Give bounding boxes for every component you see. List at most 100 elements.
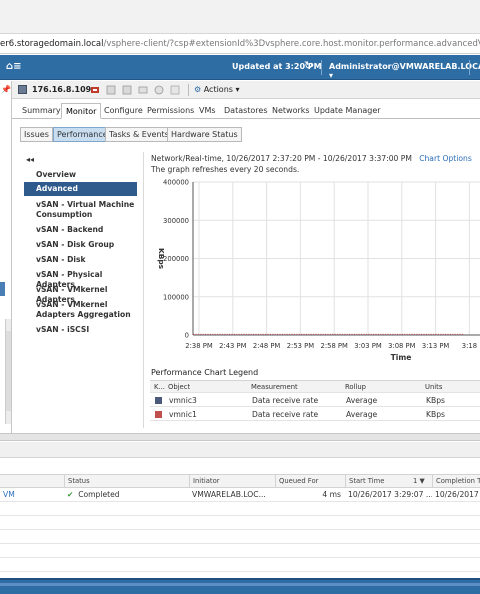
tasks-sort-indicator[interactable]: 1 ▼	[410, 475, 432, 488]
legend-col-units[interactable]: Units	[425, 381, 442, 394]
legend-rollup: Average	[346, 396, 378, 405]
nav-overview[interactable]: Overview	[24, 170, 137, 180]
y-tick-label: 100000	[163, 293, 189, 301]
task-start: 10/26/2017 3:29:07 ...	[348, 490, 432, 499]
legend-object: vmnic3	[169, 396, 197, 405]
refresh-icon[interactable]: ↻	[304, 59, 313, 72]
subtab-hardware-status[interactable]: Hardware Status	[167, 127, 242, 142]
recent-tasks-header	[0, 442, 480, 458]
new-vapp-icon[interactable]	[106, 85, 116, 95]
nav-vsan-vmkernel-aggregation[interactable]: vSAN - VMkernel Adapters Aggregation	[24, 300, 137, 320]
address-bar[interactable]: er6.storagedomain.local/vsphere-client/?…	[0, 34, 480, 54]
legend-col-rollup[interactable]: Rollup	[345, 381, 366, 394]
actions-label: Actions ▾	[203, 85, 240, 94]
tab-update-manager[interactable]: Update Manager	[310, 103, 385, 119]
subtab-tasks-events[interactable]: Tasks & Events	[105, 127, 173, 142]
tab-configure[interactable]: Configure	[100, 103, 147, 119]
chart-title: Network/Real-time, 10/26/2017 2:37:20 PM…	[151, 154, 472, 163]
x-tick-label: 2:53 PM	[287, 342, 315, 350]
power-icon[interactable]	[154, 85, 164, 95]
subtab-performance[interactable]: Performance	[53, 127, 112, 142]
legend-units: KBps	[426, 410, 445, 419]
pane-splitter[interactable]	[0, 433, 480, 441]
nav-vsan-disk-group[interactable]: vSAN - Disk Group	[24, 240, 137, 250]
table-row-empty	[0, 502, 480, 516]
home-menu-icon[interactable]: ⌂≡	[6, 61, 22, 72]
monitor-subtabs: Issues Performance Tasks & Events Hardwa…	[12, 120, 480, 144]
performance-chart: 01000002000003000004000002:38 PM 2:43 PM 2…	[157, 179, 480, 362]
tab-monitor[interactable]: Monitor	[61, 103, 102, 119]
tasks-col-queued[interactable]: Queued For	[275, 475, 345, 488]
tasks-col-initiator[interactable]: Initiator	[189, 475, 275, 488]
nav-vsan-iscsi[interactable]: vSAN - iSCSI	[24, 325, 137, 335]
task-completion: 10/26/2017 3:2	[435, 490, 480, 499]
add-vm-icon[interactable]	[90, 85, 100, 95]
table-row[interactable]: VM ✔ Completed VMWARELAB.LOC... 4 ms 10/…	[0, 488, 480, 502]
legend-col-key[interactable]: K...	[154, 381, 165, 394]
browser-toolbar	[0, 0, 480, 34]
legend-header-row: K... Object Measurement Rollup Units	[150, 380, 480, 393]
tasks-col-status[interactable]: Status	[64, 475, 189, 488]
nav-vsan-backend[interactable]: vSAN - Backend	[24, 225, 137, 235]
subtab-issues[interactable]: Issues	[20, 127, 53, 142]
tab-vms[interactable]: VMs	[195, 103, 220, 119]
legend-measurement: Data receive rate	[252, 410, 319, 419]
legend-row[interactable]: vmnic1 Data receive rate Average KBps	[150, 408, 480, 421]
x-tick-label: 2:58 PM	[321, 342, 349, 350]
settings-icon[interactable]	[170, 85, 180, 95]
y-tick-label: 0	[185, 332, 189, 340]
collapse-icon[interactable]: ◂◂	[26, 155, 34, 164]
x-tick-label: 3:13 PM	[422, 342, 450, 350]
url-host: er6.storagedomain.local	[0, 39, 104, 49]
status-bar-stripe	[0, 583, 480, 586]
chart-title-text: Network/Real-time, 10/26/2017 2:37:20 PM…	[151, 154, 412, 163]
task-target[interactable]: VM	[0, 488, 64, 502]
header-divider	[321, 60, 322, 75]
legend-rollup: Average	[346, 410, 378, 419]
tasks-grid-header: Status Initiator Queued For Start Time 1…	[0, 474, 480, 488]
gear-icon: ⚙	[194, 85, 202, 94]
tasks-col-completion[interactable]: Completion Time	[432, 475, 480, 488]
y-tick-label: 400000	[163, 179, 189, 187]
tab-networks[interactable]: Networks	[268, 103, 314, 119]
pin-icon[interactable]: 📌	[1, 85, 11, 94]
legend-col-measurement[interactable]: Measurement	[251, 381, 298, 394]
nav-vsan-vm-consumption[interactable]: vSAN - Virtual Machine Consumption	[24, 200, 137, 220]
tasks-col-start[interactable]: Start Time	[345, 475, 410, 488]
actions-menu[interactable]: ⚙ Actions ▾	[194, 85, 240, 94]
x-tick-label: 3:08 PM	[388, 342, 416, 350]
legend-col-object[interactable]: Object	[168, 381, 190, 394]
task-initiator: VMWARELAB.LOC...	[192, 490, 266, 499]
host-name: 176.16.8.109	[32, 85, 92, 94]
tab-datastores[interactable]: Datastores	[220, 103, 272, 119]
tab-permissions[interactable]: Permissions	[143, 103, 198, 119]
host-icon	[18, 85, 27, 94]
chart-subtitle: The graph refreshes every 20 seconds.	[151, 165, 300, 174]
x-tick-label: 2:43 PM	[219, 342, 247, 350]
task-status: ✔ Completed	[64, 488, 189, 502]
chart-options-link[interactable]: Chart Options	[419, 154, 472, 163]
nav-vsan-disk[interactable]: vSAN - Disk	[24, 255, 137, 265]
navigator-scrollbar-thumb[interactable]	[6, 331, 11, 411]
header-divider-2	[469, 60, 470, 75]
table-row-empty	[0, 516, 480, 530]
table-row-empty	[0, 544, 480, 558]
nav-advanced[interactable]: Advanced	[24, 182, 137, 196]
legend-swatch-vmnic3	[155, 397, 162, 404]
legend-swatch-vmnic1	[155, 411, 162, 418]
status-bar	[0, 578, 480, 594]
legend-row[interactable]: vmnic3 Data receive rate Average KBps	[150, 394, 480, 407]
toolbar-divider	[188, 84, 189, 96]
user-menu[interactable]: Administrator@VMWARELAB.LOCAL ▾	[329, 62, 480, 80]
navigator-selection	[0, 282, 5, 296]
task-status-text: Completed	[78, 490, 120, 499]
tasks-col-target[interactable]	[0, 475, 64, 488]
check-icon: ✔	[67, 490, 74, 499]
maintenance-icon[interactable]	[138, 85, 148, 95]
x-tick-label: 3:18	[462, 342, 477, 350]
deploy-ovf-icon[interactable]	[122, 85, 132, 95]
object-toolbar: 176.16.8.109 ⚙ Actions ▾	[12, 81, 480, 99]
legend-title: Performance Chart Legend	[151, 368, 259, 377]
tab-summary[interactable]: Summary	[18, 103, 65, 119]
object-tabs: Summary Monitor Configure Permissions VM…	[12, 100, 480, 119]
